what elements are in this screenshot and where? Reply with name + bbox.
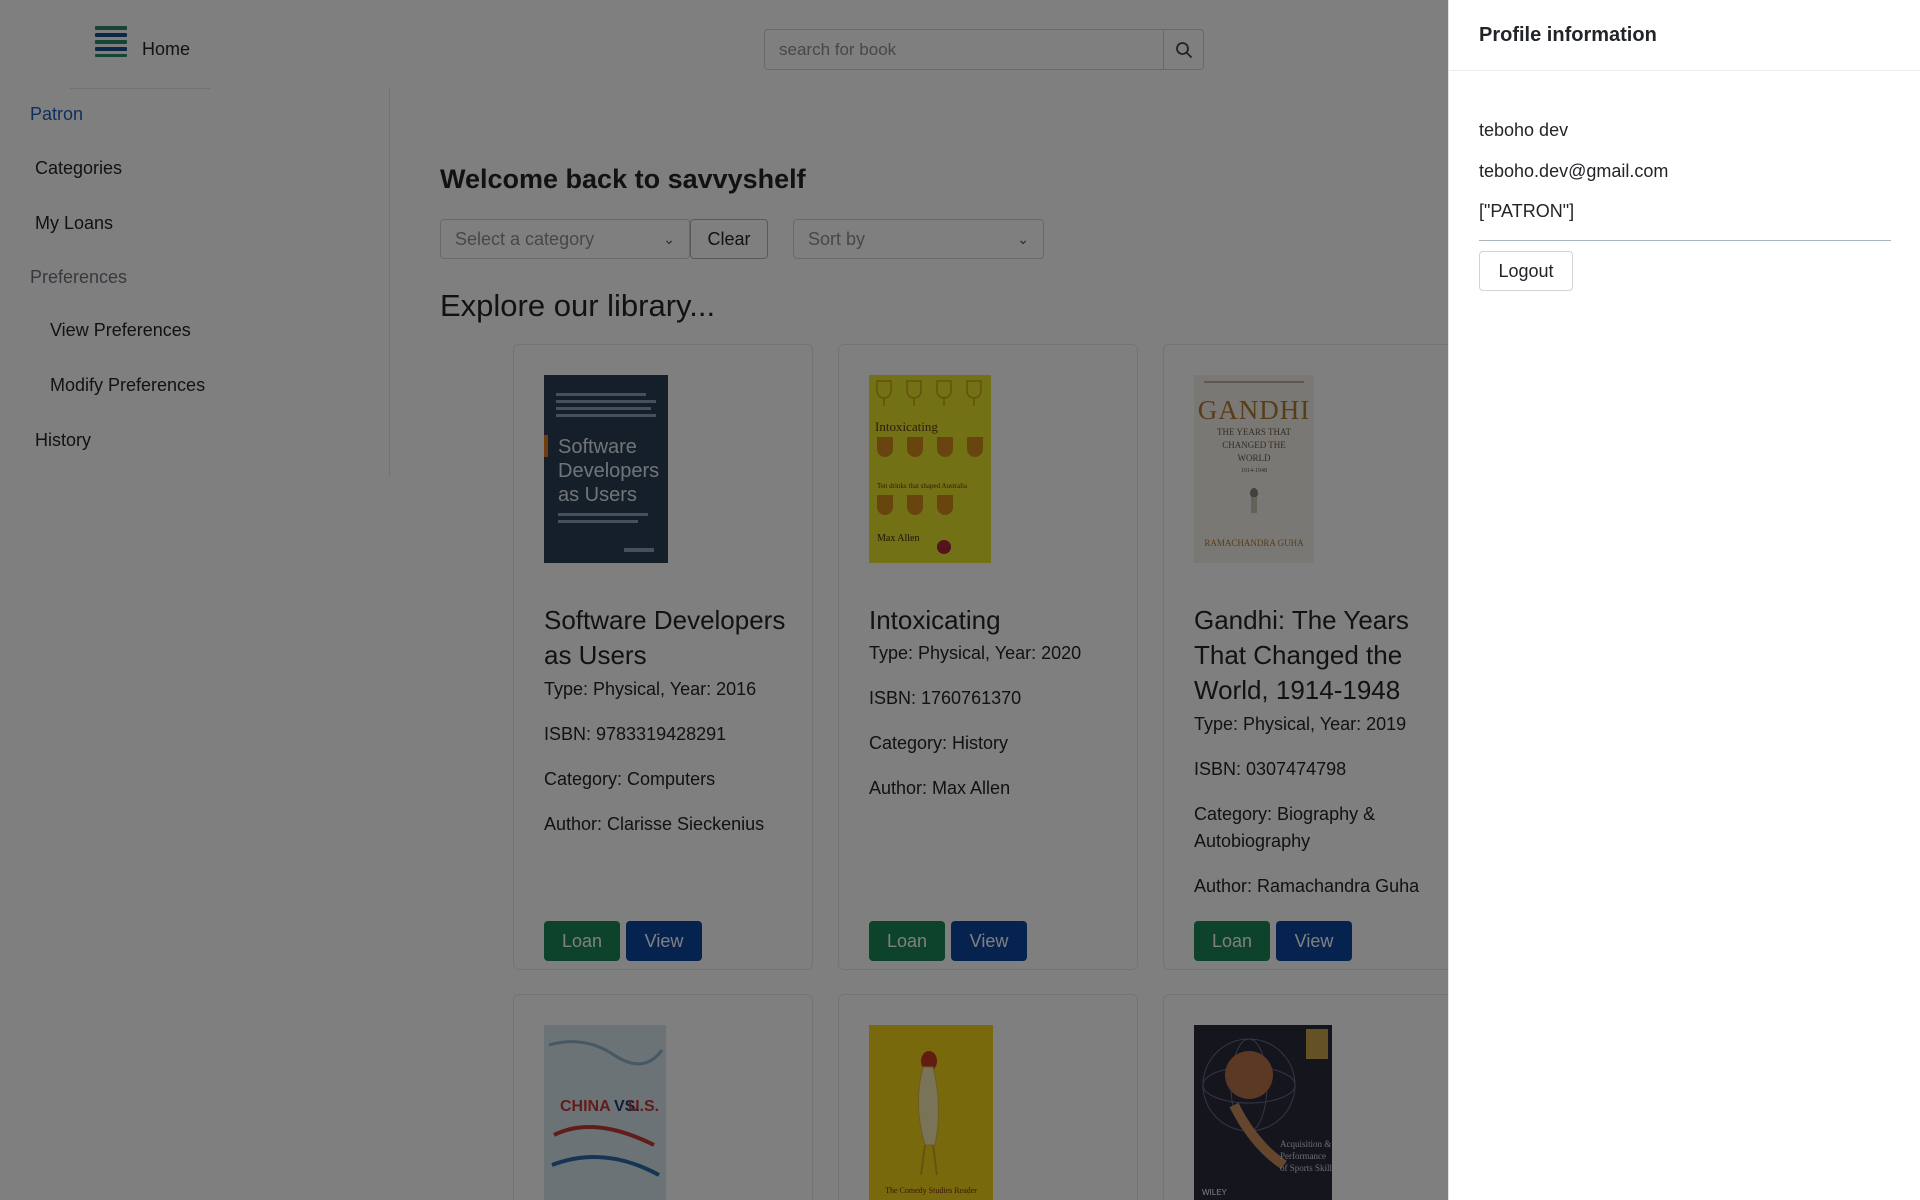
profile-name: teboho dev bbox=[1479, 120, 1569, 140]
profile-panel: Profile information teboho dev teboho.de… bbox=[1448, 0, 1920, 1200]
logout-button[interactable]: Logout bbox=[1479, 251, 1573, 291]
profile-panel-title: Profile information bbox=[1479, 24, 1657, 46]
profile-panel-header: Profile information bbox=[1449, 0, 1920, 71]
profile-roles: ["PATRON"] bbox=[1479, 201, 1575, 221]
profile-email: teboho.dev@gmail.com bbox=[1479, 161, 1669, 181]
profile-divider bbox=[1479, 240, 1891, 241]
